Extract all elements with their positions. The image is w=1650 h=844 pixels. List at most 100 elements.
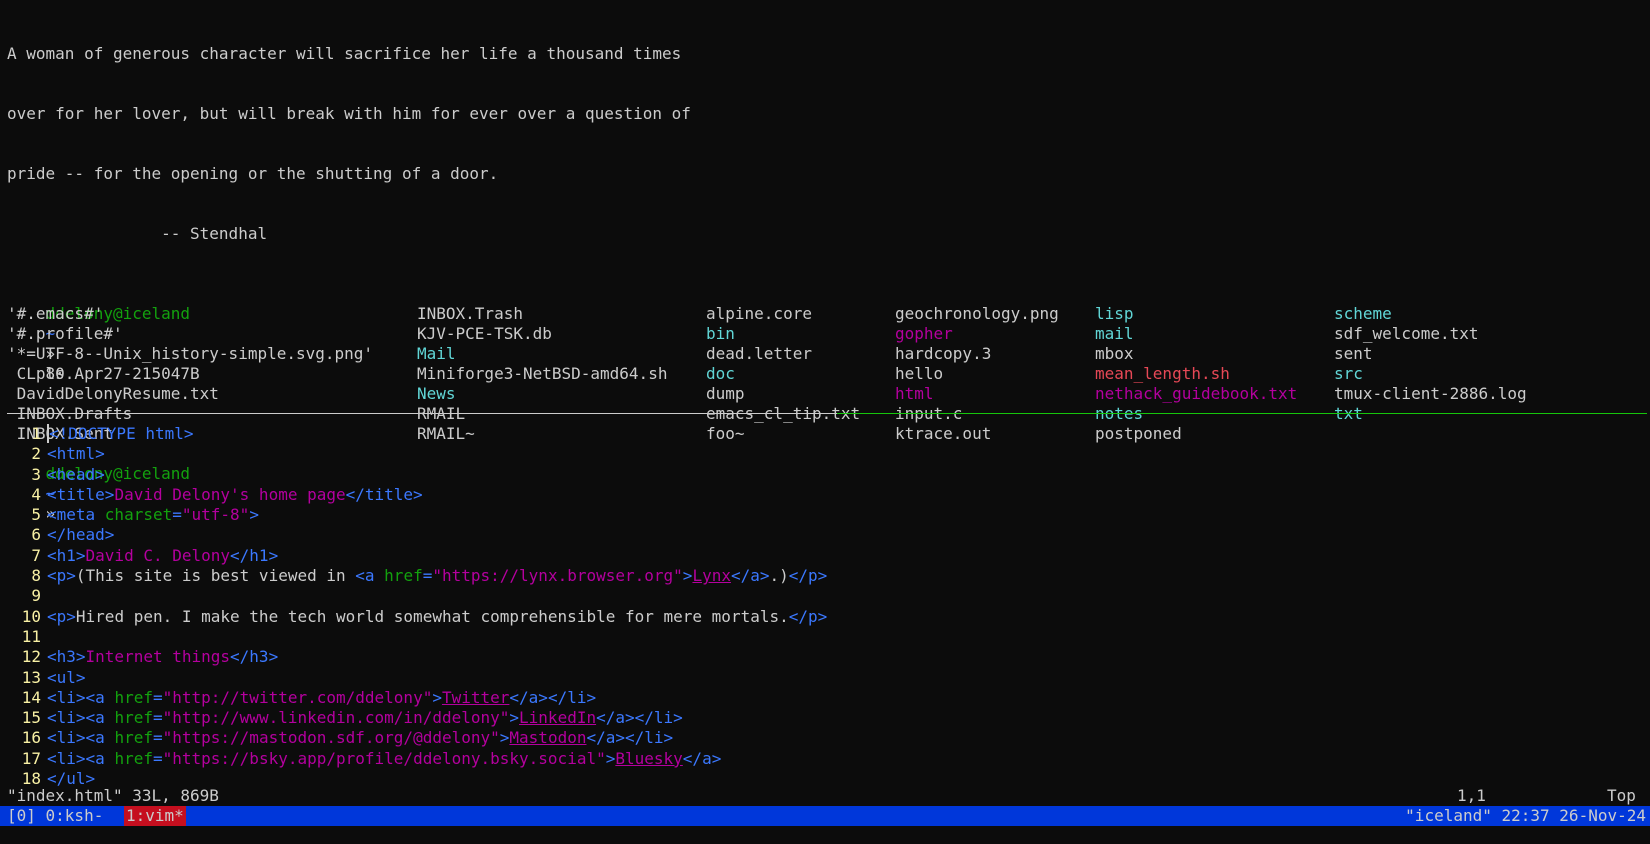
code-text: <h1>David C. Delony</h1>	[47, 546, 1647, 566]
ls-column: lisp mail mbox mean_length.sh nethack_guideb…	[1095, 304, 1297, 444]
fortune-text: A woman of generous character will sacri…	[7, 4, 1643, 284]
code-text: <li><a href="http://twitter.com/ddelony"…	[47, 688, 1647, 708]
tmux-window-vim-active[interactable]: 1:vim*	[124, 806, 186, 826]
ls-entry: nethack_guidebook.txt	[1095, 384, 1298, 403]
code-token: =	[152, 748, 163, 768]
code-line: 15 <li><a href="http://www.linkedin.com/i…	[7, 708, 1647, 728]
code-line: 4 <title>David Delony's home page</title>	[7, 485, 1647, 505]
vim-file-info: "index.html" 33L, 869B	[7, 786, 219, 805]
code-text: <p>Hired pen. I make the tech world some…	[47, 607, 1647, 627]
code-token: </p>	[788, 566, 828, 586]
code-token: charset	[104, 505, 173, 525]
line-number: 6	[31, 525, 41, 545]
code-token: (This site is best viewed in	[75, 566, 356, 586]
code-line: 8 <p>(This site is best viewed in <a href…	[7, 566, 1647, 586]
code-token: <li><a	[47, 687, 115, 707]
code-text: <head>	[47, 465, 1647, 485]
code-line: 1 <!DOCTYPE html>	[7, 424, 1647, 444]
ls-entry: gopher	[895, 324, 953, 343]
line-number: 16	[21, 728, 41, 748]
code-token: href	[114, 748, 153, 768]
code-line: 6 </head>	[7, 525, 1647, 545]
code-line: 2 <html>	[7, 444, 1647, 464]
ls-entry: News	[417, 384, 456, 403]
ls-entry: sdf_welcome.txt	[1334, 324, 1479, 343]
ls-column: INBOX.Trash KJV-PCE-TSK.db Mail Miniforge3-…	[417, 304, 667, 444]
code-token: =	[152, 708, 163, 728]
code-token: >	[432, 687, 442, 707]
ls-entry: '*=UTF-8--Unix_history-simple.svg.png'	[7, 344, 374, 363]
code-text: <html>	[47, 444, 1647, 464]
ls-entry: Mail	[417, 344, 456, 363]
code-token: <!DOCTYPE html>	[47, 424, 194, 443]
line-number: 17	[21, 748, 41, 768]
code-token: <p>	[47, 566, 76, 586]
ls-entry: tmux-client-2886.log	[1334, 384, 1527, 403]
ls-entry: '#.profile#'	[7, 324, 123, 343]
code-text: <li><a href="http://www.linkedin.com/in/…	[47, 708, 1647, 728]
code-text: <p>(This site is best viewed in <a href=…	[47, 566, 1647, 586]
code-token: </p>	[788, 606, 828, 626]
fortune-line: A woman of generous character will sacri…	[7, 44, 682, 63]
code-token: Internet things	[85, 647, 231, 667]
code-token: href	[114, 687, 153, 707]
code-token: </a>	[682, 748, 722, 768]
ls-column: scheme sdf_welcome.txt sent src tmux-client-…	[1334, 304, 1527, 444]
code-text: <li><a href="https://mastodon.sdf.org/@d…	[47, 728, 1647, 748]
tmux-status-bar: [0] 0:ksh- 1:vim* "iceland" 22:37 26-Nov…	[0, 806, 1650, 826]
vim-status-line: "index.html" 33L, 869B 1,1 Top	[7, 786, 1643, 806]
code-token: <html>	[47, 444, 105, 464]
ls-entry: KJV-PCE-TSK.db	[417, 324, 552, 343]
code-token: Mastodon	[509, 728, 587, 748]
ls-entry: html	[895, 384, 934, 403]
line-number: 2	[31, 444, 41, 464]
pane-divider[interactable]	[7, 413, 1647, 415]
code-token: >	[509, 708, 520, 728]
ls-entry: INBOX.Trash	[417, 304, 523, 323]
line-number: 15	[21, 708, 41, 728]
code-text: <h3>Internet things</h3>	[47, 647, 1647, 667]
code-text: <title>David Delony's home page</title>	[47, 485, 1647, 505]
code-token: Bluesky	[615, 748, 683, 768]
line-number: 9	[31, 586, 41, 606]
code-token: <h3>	[47, 647, 86, 667]
code-token: David Delony's home page	[114, 484, 346, 504]
code-token: </a></li>	[509, 687, 597, 707]
ls-entry: bin	[706, 324, 735, 343]
code-token: </a></li>	[586, 728, 674, 748]
ls-entry: doc	[706, 364, 735, 383]
line-number: 13	[21, 667, 41, 687]
code-token: =	[152, 687, 163, 707]
ls-entry: mbox	[1095, 344, 1134, 363]
line-number: 11	[21, 626, 41, 646]
code-token: </head>	[47, 525, 115, 545]
code-token: href	[114, 728, 153, 748]
code-line: 5 <meta charset="utf-8">	[7, 505, 1647, 525]
ls-entry: DavidDelonyResume.txt	[7, 384, 219, 403]
ls-output: '#.emacs#' '#.profile#' '*=UTF-8--Unix_his…	[7, 304, 1643, 444]
line-number: 10	[21, 606, 41, 626]
shell-pane[interactable]: A woman of generous character will sacri…	[7, 4, 1643, 523]
code-token: <h1>	[47, 545, 86, 565]
vim-scroll-position: Top	[1607, 786, 1636, 805]
vim-editor-pane[interactable]: 1 <!DOCTYPE html> 2 <html> 3 <head> 4 <title>Da…	[7, 424, 1647, 789]
code-line: 16 <li><a href="https://mastodon.sdf.org/…	[7, 728, 1647, 748]
line-number: 14	[21, 687, 41, 707]
fortune-line: pride -- for the opening or the shutting…	[7, 164, 499, 183]
code-text: <li><a href="https://bsky.app/profile/dd…	[47, 749, 1647, 769]
code-token: </h1>	[230, 545, 279, 565]
line-number: 7	[31, 545, 41, 565]
ls-column: '#.emacs#' '#.profile#' '*=UTF-8--Unix_his…	[7, 304, 373, 444]
ls-entry: CLp80.Apr27-215047B	[7, 364, 200, 383]
code-token: "https://bsky.app/profile/ddelony.bsky.s…	[162, 748, 606, 768]
code-line: 9	[7, 586, 1647, 606]
code-line: 17 <li><a href="https://bsky.app/profile/…	[7, 749, 1647, 769]
code-line: 13 <ul>	[7, 668, 1647, 688]
code-line: 10 <p>Hired pen. I make the tech world so…	[7, 607, 1647, 627]
code-token: <ul>	[47, 667, 86, 687]
ls-entry: hello	[895, 364, 944, 383]
tmux-window-ksh[interactable]: [0] 0:ksh-	[7, 806, 103, 826]
code-token: "http://www.linkedin.com/in/ddelony"	[162, 708, 510, 728]
code-token: </a>	[730, 566, 770, 586]
code-token: href	[384, 566, 423, 586]
